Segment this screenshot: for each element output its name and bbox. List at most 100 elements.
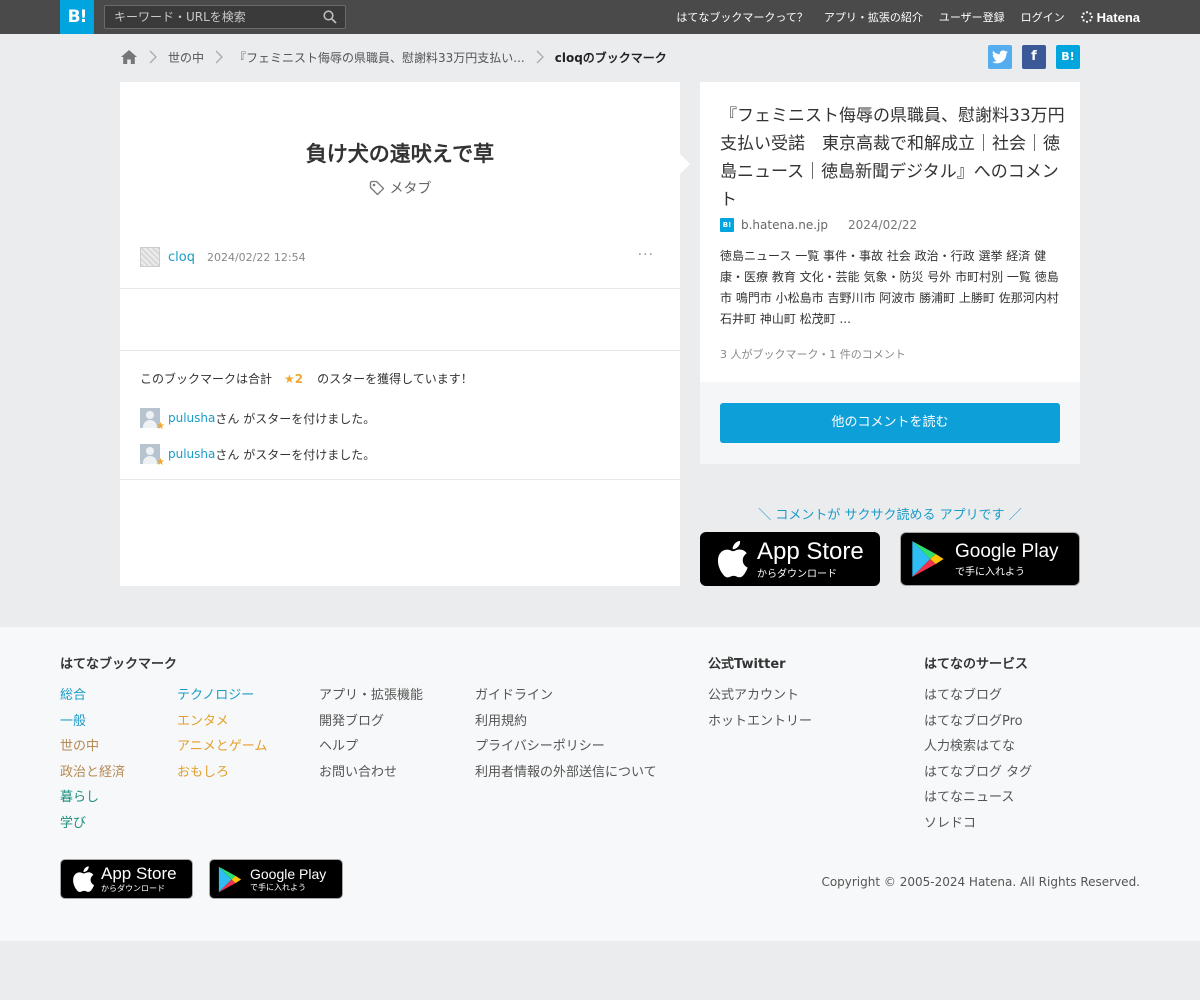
breadcrumb-category[interactable]: 世の中 (168, 49, 204, 66)
star-user-link[interactable]: pulusha (168, 411, 215, 425)
app-store-sublabel: からダウンロード (101, 883, 165, 893)
google-play-sublabel: で手に入れよう (955, 566, 1025, 578)
google-play-sublabel: で手に入れよう (250, 882, 306, 892)
chevron-right-icon (536, 50, 544, 64)
apple-icon (73, 866, 94, 892)
footer-category-link[interactable]: テクノロジー (177, 684, 254, 703)
footer-service-link[interactable]: はてなブログPro (924, 710, 1023, 729)
twitter-share-button[interactable] (988, 45, 1012, 69)
entry-summary: 徳島ニュース 一覧 事件・事故 社会 政治・行政 選挙 経済 健康・医療 教育 … (720, 249, 1059, 326)
footer-link[interactable]: ヘルプ (319, 735, 358, 754)
footer-category-link[interactable]: 一般 (60, 710, 86, 729)
more-menu-icon[interactable]: ··· (638, 247, 654, 263)
google-play-label: Google Play (955, 540, 1059, 562)
hatena-bookmark-logo[interactable]: B! (60, 0, 94, 34)
divider (120, 479, 680, 480)
entry-date: 2024/02/22 (848, 218, 918, 232)
google-play-button[interactable]: Google Play で手に入れよう (900, 532, 1080, 586)
footer-twitter-link[interactable]: ホットエントリー (708, 710, 812, 729)
star-summary-suffix: のスターを獲得しています！ (317, 372, 473, 386)
hatena-dots-icon (1080, 11, 1093, 23)
chevron-right-icon (215, 50, 223, 64)
app-store-sublabel: からダウンロード (757, 568, 837, 580)
footer-link[interactable]: アプリ・拡張機能 (319, 684, 423, 703)
google-play-icon (912, 541, 944, 577)
apple-icon (717, 540, 748, 578)
bookmark-tag[interactable]: メタブ (120, 178, 680, 198)
footer-service-link[interactable]: はてなブログ タグ (924, 761, 1032, 780)
star-user-avatar[interactable]: ★ (140, 408, 165, 432)
entry-domain-link[interactable]: b.hatena.ne.jp (741, 218, 828, 232)
nav-about[interactable]: はてなブックマークって？ (676, 9, 807, 25)
footer-category-link[interactable]: アニメとゲーム (177, 735, 267, 754)
star-item-text: さん がスターを付けました。 (215, 447, 376, 462)
nav-register[interactable]: ユーザー登録 (939, 9, 1005, 25)
footer-twitter-link[interactable]: 公式アカウント (708, 684, 799, 703)
star-item: ★ pulusha さん がスターを付けました。 (140, 407, 376, 432)
app-store-button[interactable]: App Store からダウンロード (700, 532, 880, 586)
star-item-text: さん がスターを付けました。 (215, 411, 376, 426)
nav-apps[interactable]: アプリ・拡張の紹介 (824, 9, 923, 25)
hatena-bookmark-share-button[interactable]: B! (1056, 45, 1080, 69)
star-icon: ★ (156, 457, 165, 468)
nav-login[interactable]: ログイン (1021, 9, 1065, 25)
footer-category-link[interactable]: 学び (60, 812, 86, 831)
footer-category-link[interactable]: 暮らし (60, 786, 99, 805)
footer-category-link[interactable]: 世の中 (60, 735, 99, 754)
app-store-label: App Store (101, 863, 177, 883)
footer-link[interactable]: 利用者情報の外部送信について (475, 761, 657, 780)
star-user-link[interactable]: pulusha (168, 447, 215, 461)
copyright: Copyright © 2005-2024 Hatena. All Rights… (821, 875, 1140, 889)
footer-category-link[interactable]: おもしろ (177, 761, 229, 780)
footer: はてなブックマーク 総合 一般 世の中 政治と経済 暮らし 学び テクノロジー … (0, 627, 1200, 941)
facebook-share-button[interactable]: f (1022, 45, 1046, 69)
search-box (104, 5, 346, 29)
breadcrumb-entry[interactable]: 『フェミニスト侮辱の県職員、慰謝料33万円支払い... (234, 49, 525, 66)
footer-service-link[interactable]: 人力検索はてな (924, 735, 1015, 754)
entry-panel: 『フェミニスト侮辱の県職員、慰謝料33万円支払い受諾 東京高裁で和解成立｜社会｜… (700, 82, 1080, 382)
divider (120, 350, 680, 351)
footer-services-title: はてなのサービス (924, 657, 1029, 672)
footer-service-link[interactable]: はてなブログ (924, 684, 1002, 703)
share-buttons: f B! (978, 45, 1080, 69)
google-play-label: Google Play (250, 865, 327, 882)
home-icon[interactable] (120, 49, 138, 65)
star-summary-prefix: このブックマークは合計 (140, 372, 273, 386)
entry-title-link[interactable]: 『フェミニスト侮辱の県職員、慰謝料33万円支払い受諾 東京高裁で和解成立｜社会｜… (720, 102, 1065, 214)
app-store-label: App Store (757, 537, 864, 565)
footer-service-link[interactable]: ソレドコ (924, 812, 976, 831)
entry-stats[interactable]: 3 人がブックマーク・1 件のコメント (720, 346, 906, 362)
google-play-icon (218, 866, 242, 892)
user-avatar[interactable] (140, 247, 160, 267)
star-icon: ★ (156, 421, 165, 432)
bookmark-user-link[interactable]: cloq (168, 250, 195, 265)
star-user-avatar[interactable]: ★ (140, 444, 165, 468)
footer-twitter-title: 公式Twitter (708, 657, 786, 672)
breadcrumb: 世の中 『フェミニスト侮辱の県職員、慰謝料33万円支払い... cloqのブック… (120, 44, 667, 70)
tag-label: メタブ (389, 181, 432, 197)
breadcrumb-current: cloqのブックマーク (554, 50, 667, 65)
star-item: ★ pulusha さん がスターを付けました。 (140, 443, 376, 468)
footer-link[interactable]: 開発ブログ (319, 710, 384, 729)
site-favicon: B! (720, 218, 734, 232)
footer-service-link[interactable]: はてなニュース (924, 786, 1014, 805)
tag-icon (369, 180, 384, 196)
chevron-right-icon (149, 50, 157, 64)
footer-link[interactable]: 利用規約 (475, 710, 527, 729)
footer-link[interactable]: プライバシーポリシー (475, 735, 605, 754)
footer-link[interactable]: ガイドライン (475, 684, 553, 703)
star-summary: このブックマークは合計 ★2 のスターを獲得しています！ (140, 370, 473, 387)
footer-google-play-button[interactable]: Google Play で手に入れよう (209, 859, 343, 899)
footer-app-store-button[interactable]: App Store からダウンロード (60, 859, 193, 899)
twitter-bird-icon (992, 50, 1008, 64)
footer-category-link[interactable]: 政治と経済 (60, 761, 125, 780)
top-nav: はてなブックマークって？ アプリ・拡張の紹介 ユーザー登録 ログイン Haten… (660, 0, 1140, 34)
footer-category-link[interactable]: エンタメ (177, 710, 229, 729)
search-icon[interactable] (323, 10, 337, 24)
hatena-brand-link[interactable]: Hatena (1080, 10, 1140, 25)
read-other-comments-button[interactable]: 他のコメントを読む (720, 403, 1060, 443)
top-bar: B! はてなブックマークって？ アプリ・拡張の紹介 ユーザー登録 ログイン Ha… (0, 0, 1200, 34)
footer-link[interactable]: お問い合わせ (319, 761, 397, 780)
footer-category-link[interactable]: 総合 (60, 684, 86, 703)
search-input[interactable] (105, 6, 315, 28)
